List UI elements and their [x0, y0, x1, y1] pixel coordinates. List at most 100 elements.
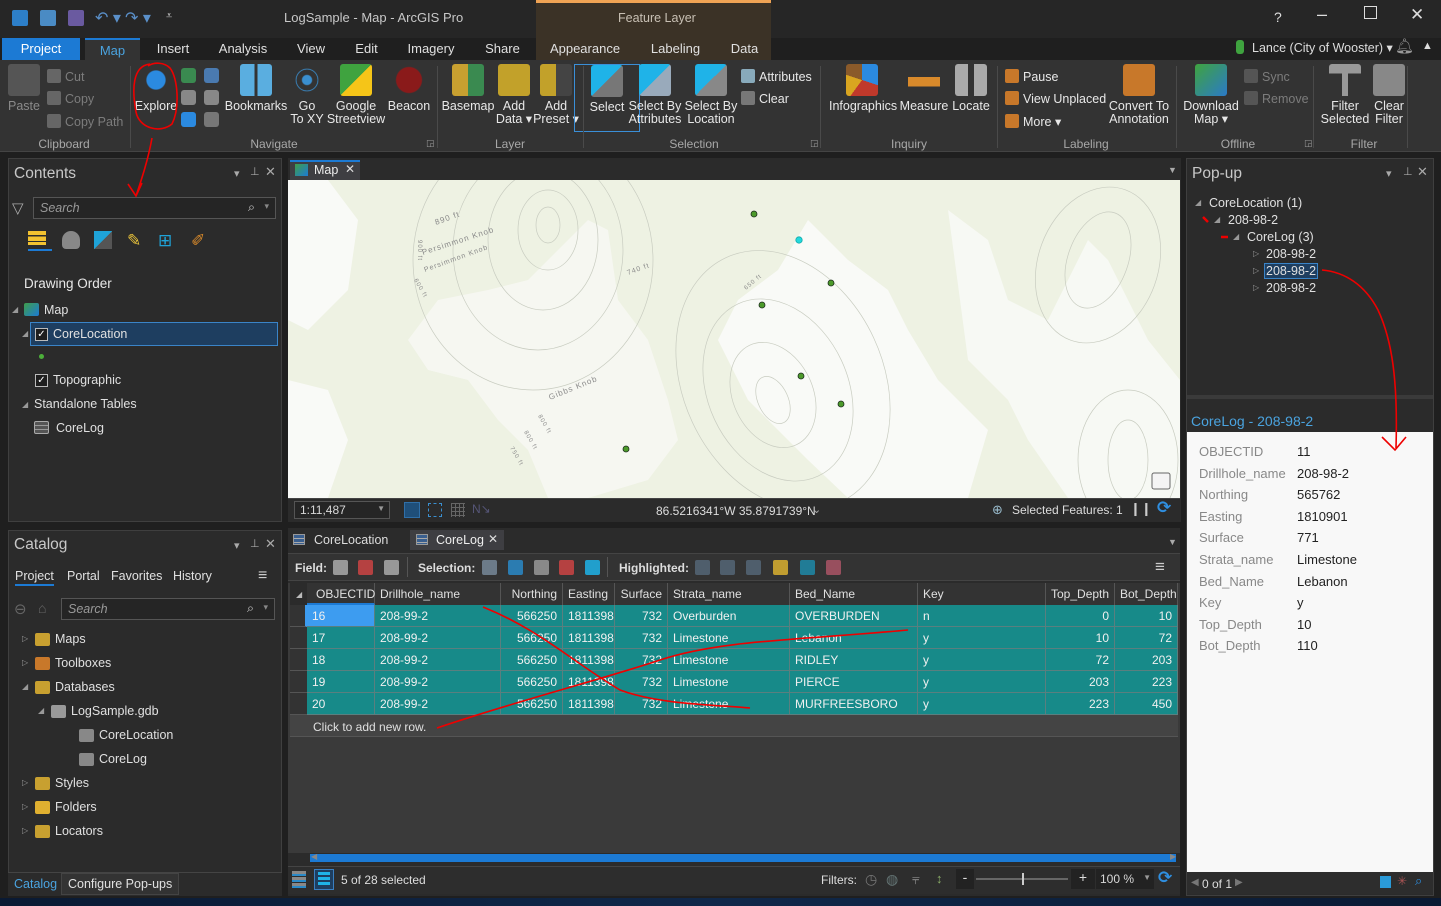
explore-button[interactable]: Explore: [123, 64, 189, 113]
table-cell[interactable]: 732: [615, 671, 668, 693]
layer-topographic[interactable]: Topographic: [53, 373, 121, 387]
zoom-to-selection-icon[interactable]: [204, 68, 219, 83]
standalone-tables-group[interactable]: Standalone Tables: [34, 397, 137, 411]
column-header[interactable]: Northing: [501, 583, 563, 605]
catalog-item[interactable]: Locators: [55, 824, 103, 838]
north-arrow-icon[interactable]: N↘: [472, 502, 491, 516]
convert-to-annotation-button[interactable]: Convert To Annotation: [1106, 64, 1172, 126]
table-cell[interactable]: 20: [307, 693, 375, 715]
notifications-bell-icon[interactable]: 🔔︎: [1395, 37, 1414, 55]
expand-icon[interactable]: ▷: [1253, 266, 1259, 275]
maximize-button[interactable]: [1364, 6, 1377, 19]
ribbon-tab-view[interactable]: View: [287, 38, 335, 60]
selected-features-count[interactable]: Selected Features: 1: [1012, 503, 1123, 517]
zoom-in-button[interactable]: +: [1071, 869, 1095, 889]
select-by-location-button[interactable]: Select By Location: [678, 64, 744, 126]
row-selector[interactable]: [290, 605, 307, 627]
delete-selected-icon[interactable]: [585, 560, 600, 575]
clear-selection-icon[interactable]: [559, 560, 574, 575]
table-cell[interactable]: 732: [615, 693, 668, 715]
catalog-item[interactable]: LogSample.gdb: [71, 704, 159, 718]
table-cell[interactable]: PIERCE: [790, 671, 918, 693]
undo-icon[interactable]: ↶ ▾: [95, 8, 121, 28]
table-cell[interactable]: 203: [1046, 671, 1115, 693]
switch-selection-icon[interactable]: [534, 560, 549, 575]
ribbon-tab-analysis[interactable]: Analysis: [208, 38, 278, 60]
catalog-item[interactable]: Maps: [55, 632, 86, 646]
table-cell[interactable]: 0: [1046, 605, 1115, 627]
infographics-button[interactable]: Infographics: [829, 64, 897, 113]
view-unplaced-button[interactable]: View Unplaced: [1005, 91, 1106, 106]
table-cell[interactable]: 19: [307, 671, 375, 693]
copy-button[interactable]: Copy: [47, 91, 94, 106]
table-cell[interactable]: 208-99-2: [375, 671, 501, 693]
table-cell[interactable]: y: [918, 649, 1046, 671]
table-cell[interactable]: 17: [307, 627, 375, 649]
catalog-item[interactable]: Styles: [55, 776, 89, 790]
download-map-button[interactable]: Download Map ▾: [1178, 64, 1244, 126]
previous-icon[interactable]: ◀: [1191, 877, 1199, 888]
table-cell[interactable]: Lebanon: [790, 627, 918, 649]
pane-options-icon[interactable]: ▾: [1386, 167, 1392, 180]
close-tab-icon[interactable]: ✕: [345, 162, 355, 176]
table-cell[interactable]: y: [918, 693, 1046, 715]
table-cell[interactable]: 566250: [501, 649, 563, 671]
collapse-icon[interactable]: ◢: [1195, 198, 1201, 207]
user-account[interactable]: Lance (City of Wooster) ▾: [1252, 40, 1393, 55]
bottom-tab-catalog[interactable]: Catalog: [14, 877, 57, 891]
column-header[interactable]: Strata_name: [668, 583, 790, 605]
pin-icon[interactable]: ⊥: [250, 165, 260, 178]
grid-snapping-icon[interactable]: [428, 503, 442, 517]
table-cell[interactable]: 223: [1046, 693, 1115, 715]
offline-dialog-launcher-icon[interactable]: ◲: [1304, 138, 1313, 149]
list-by-drawing-order-icon[interactable]: [28, 231, 52, 251]
catalog-search-input[interactable]: Search ⌕ ▾: [61, 598, 275, 620]
beacon-button[interactable]: Beacon: [376, 64, 442, 113]
close-button[interactable]: ✕: [1410, 5, 1424, 25]
extent-filter-icon[interactable]: ◍: [886, 871, 898, 888]
redo-icon[interactable]: ↷ ▾: [125, 8, 151, 28]
splitter[interactable]: [1187, 395, 1433, 399]
customize-toolbar-icon[interactable]: ⩡: [166, 10, 172, 23]
attributes-button[interactable]: Attributes: [741, 69, 812, 84]
navigate-dialog-launcher-icon[interactable]: ◲: [426, 138, 435, 149]
list-by-editing-icon[interactable]: ✎: [127, 231, 145, 250]
catalog-item[interactable]: Toolboxes: [55, 656, 111, 670]
table-cell[interactable]: 10: [1046, 627, 1115, 649]
highlight-zoom-to-icon[interactable]: [746, 560, 761, 575]
pan-to-icon[interactable]: ✳: [1397, 874, 1407, 888]
scroll-left-icon[interactable]: ◀: [311, 852, 317, 861]
pane-options-icon[interactable]: ▾: [234, 167, 240, 180]
collapse-icon[interactable]: ◢: [12, 305, 18, 314]
expand-icon[interactable]: ▷: [22, 826, 28, 835]
help-button[interactable]: ?: [1274, 9, 1282, 25]
row-selector[interactable]: [290, 627, 307, 649]
catalog-tab-favorites[interactable]: Favorites: [111, 569, 162, 583]
point-symbol-icon[interactable]: [39, 354, 44, 359]
select-by-attributes-icon[interactable]: [482, 560, 497, 575]
delete-highlighted-icon[interactable]: [826, 560, 841, 575]
collapse-icon[interactable]: ◢: [1214, 215, 1220, 224]
table-zoom-slider[interactable]: [976, 873, 1068, 885]
table-cell[interactable]: 1811398: [563, 649, 615, 671]
table-cell[interactable]: 1811398: [563, 605, 615, 627]
visibility-checkbox[interactable]: ✓: [35, 328, 48, 341]
list-by-source-icon[interactable]: [62, 231, 80, 249]
coordinate-format-dropdown[interactable]: ⌄: [812, 503, 821, 516]
table-cell[interactable]: RIDLEY: [790, 649, 918, 671]
add-field-icon[interactable]: [333, 560, 348, 575]
cut-button[interactable]: Cut: [47, 69, 84, 84]
locate-button[interactable]: Locate: [938, 64, 1004, 113]
new-project-icon[interactable]: [12, 10, 28, 26]
clear-button[interactable]: Clear: [741, 91, 789, 106]
collapse-icon[interactable]: ◢: [1233, 232, 1239, 241]
list-by-selection-icon[interactable]: [94, 231, 112, 249]
column-header[interactable]: Drillhole_name: [375, 583, 501, 605]
close-tab-icon[interactable]: ✕: [488, 532, 498, 546]
ribbon-tab-insert[interactable]: Insert: [146, 38, 200, 60]
column-header[interactable]: Bot_Depth: [1115, 583, 1178, 605]
table-cell[interactable]: 1811398: [563, 627, 615, 649]
scroll-right-icon[interactable]: ▶: [1170, 852, 1176, 861]
column-header[interactable]: Surface: [615, 583, 668, 605]
refresh-button[interactable]: ⟳: [1157, 498, 1171, 518]
